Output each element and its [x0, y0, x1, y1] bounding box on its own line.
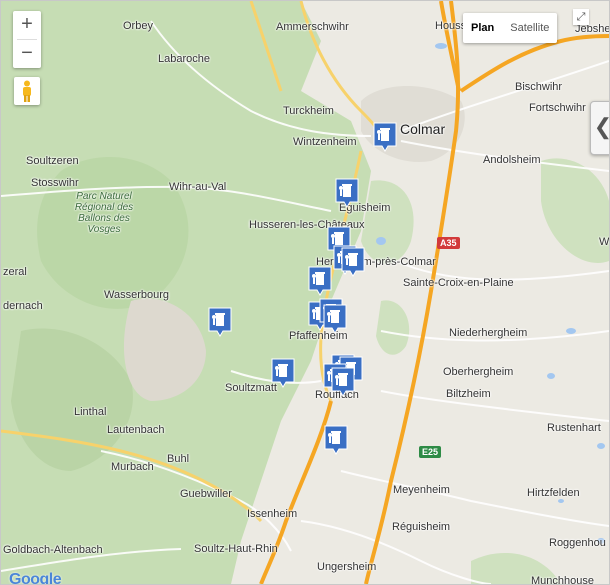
label-fortschwihr: Fortschwihr — [529, 102, 586, 114]
recycling-marker[interactable] — [323, 304, 347, 334]
label-issenheim: Issenheim — [247, 508, 298, 520]
trash-bin-icon — [323, 304, 347, 334]
recycling-marker[interactable] — [208, 307, 232, 337]
label-park: Parc Naturel Régional des Ballons des Vo… — [74, 191, 134, 235]
label-munchhouse: Munchhouse — [531, 575, 594, 585]
label-orbey: Orbey — [123, 20, 153, 32]
label-ammerschwihr: Ammerschwihr — [276, 21, 349, 33]
label-biltzheim: Biltzheim — [446, 388, 491, 400]
trash-bin-icon — [271, 358, 295, 388]
label-a35: A35 — [437, 237, 460, 249]
trash-bin-icon — [324, 425, 348, 455]
label-buhl: Buhl — [167, 453, 190, 465]
label-linthal: Linthal — [74, 406, 107, 418]
recycling-marker[interactable] — [341, 247, 365, 277]
fullscreen-icon[interactable]: ⤢ — [573, 9, 589, 25]
label-niederhergheim: Niederhergheim — [449, 327, 528, 339]
label-bischwihr: Bischwihr — [515, 81, 563, 93]
trash-bin-icon — [335, 178, 359, 208]
label-stosswihr: Stosswihr — [31, 177, 79, 189]
label-wihr-au-val: Wihr-au-Val — [169, 181, 227, 193]
label-soultzmatt: Soultzmatt — [225, 382, 277, 394]
label-soultzeren: Soultzeren — [26, 155, 79, 167]
street-view-pegman-button[interactable] — [14, 77, 40, 105]
label-w: W — [599, 236, 610, 248]
label-colmar: Colmar — [400, 121, 446, 137]
trash-bin-icon — [208, 307, 232, 337]
trash-bin-icon — [341, 247, 365, 277]
map-type-plan-button[interactable]: Plan — [463, 13, 502, 43]
trash-bin-icon — [373, 122, 397, 152]
label-dernach: dernach — [3, 300, 43, 312]
google-logo: Google — [9, 571, 62, 585]
zoom-control: + − — [13, 11, 41, 68]
map-type-satellite-button[interactable]: Satellite — [502, 13, 557, 43]
map-type-control: Plan Satellite — [463, 13, 558, 43]
trash-bin-icon — [331, 367, 355, 397]
label-hirtzfelden: Hirtzfelden — [527, 487, 580, 499]
label-murbach: Murbach — [111, 461, 154, 473]
label-oberhergheim: Oberhergheim — [443, 366, 514, 378]
label-houssen: Houss — [435, 20, 467, 32]
label-andolsheim: Andolsheim — [483, 154, 541, 166]
label-labaroche: Labaroche — [158, 53, 210, 65]
zoom-in-button[interactable]: + — [13, 11, 41, 39]
label-sainte-croix: Sainte-Croix-en-Plaine — [403, 277, 514, 289]
label-turckheim: Turckheim — [283, 105, 334, 117]
label-goldbach: Goldbach-Altenbach — [3, 544, 103, 556]
recycling-marker[interactable] — [308, 266, 332, 296]
label-meyenheim: Meyenheim — [393, 484, 450, 496]
label-lautenbach: Lautenbach — [107, 424, 165, 436]
label-reguisheim: Réguisheim — [392, 521, 451, 533]
expand-panel-button[interactable]: ❮ — [590, 101, 609, 155]
label-zeral: zeral — [3, 266, 27, 278]
recycling-marker[interactable] — [331, 367, 355, 397]
recycling-marker[interactable] — [335, 178, 359, 208]
recycling-marker[interactable] — [271, 358, 295, 388]
recycling-marker[interactable] — [373, 122, 397, 152]
label-rustenhart: Rustenhart — [547, 422, 601, 434]
trash-bin-icon — [308, 266, 332, 296]
label-wintzenheim: Wintzenheim — [293, 136, 357, 148]
label-wasserbourg: Wasserbourg — [104, 289, 170, 301]
label-soultz: Soultz-Haut-Rhin — [194, 543, 278, 555]
label-e25: E25 — [419, 446, 442, 458]
pegman-icon — [23, 80, 31, 102]
map-canvas[interactable]: Houss Jebshei Orbey Ammerschwihr Labaroc… — [0, 0, 610, 585]
zoom-out-button[interactable]: − — [13, 40, 41, 68]
label-roggenhou: Roggenhou — [549, 537, 606, 549]
label-guebwiller: Guebwiller — [180, 488, 232, 500]
recycling-marker[interactable] — [324, 425, 348, 455]
label-ungersheim: Ungersheim — [317, 561, 377, 573]
